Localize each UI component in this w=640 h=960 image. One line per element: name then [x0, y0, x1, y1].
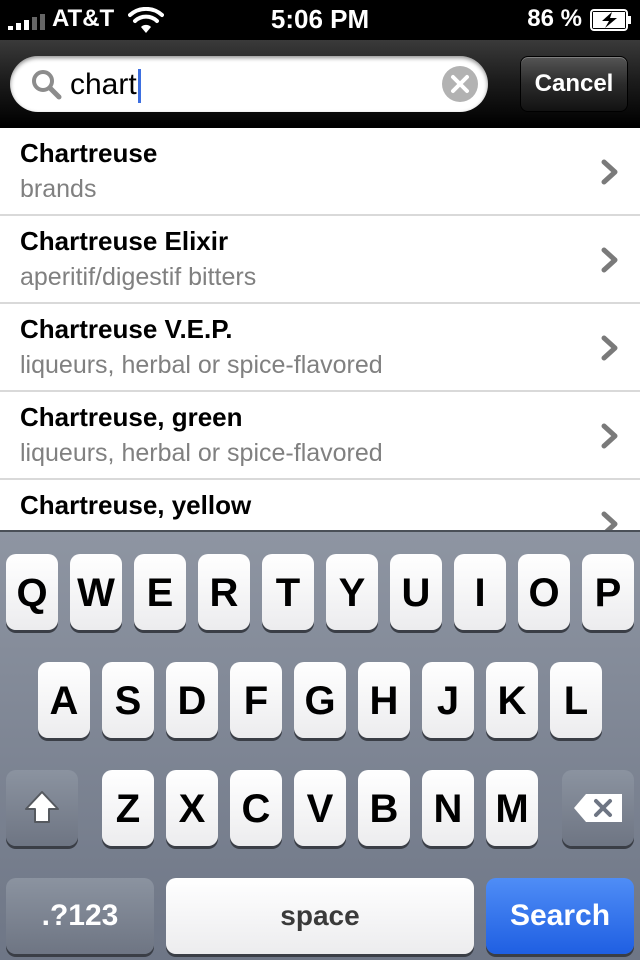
- signal-strength-icon: [8, 14, 45, 30]
- result-subtitle: aperitif/digestif bitters: [20, 263, 257, 291]
- battery-percent: 86 %: [527, 5, 582, 32]
- clear-icon: [451, 75, 469, 93]
- key-d[interactable]: D: [166, 662, 218, 738]
- chevron-right-icon: [601, 423, 618, 449]
- backspace-key[interactable]: [562, 770, 634, 846]
- key-k[interactable]: K: [486, 662, 538, 738]
- search-input-value: chart: [70, 68, 141, 104]
- wifi-icon: [128, 7, 164, 33]
- key-i[interactable]: I: [454, 554, 506, 630]
- cancel-button[interactable]: Cancel: [520, 56, 628, 112]
- chevron-right-icon: [601, 247, 618, 273]
- result-subtitle: liqueurs, herbal or spice-flavored: [20, 351, 383, 379]
- key-h[interactable]: H: [358, 662, 410, 738]
- numbers-mode-key[interactable]: .?123: [6, 878, 154, 954]
- key-l[interactable]: L: [550, 662, 602, 738]
- key-q[interactable]: Q: [6, 554, 58, 630]
- key-m[interactable]: M: [486, 770, 538, 846]
- key-p[interactable]: P: [582, 554, 634, 630]
- search-results-list: Chartreuse brands Chartreuse Elixir aper…: [0, 128, 640, 530]
- chevron-right-icon: [601, 335, 618, 361]
- key-r[interactable]: R: [198, 554, 250, 630]
- key-b[interactable]: B: [358, 770, 410, 846]
- key-v[interactable]: V: [294, 770, 346, 846]
- battery-charging-icon: [590, 9, 631, 31]
- key-j[interactable]: J: [422, 662, 474, 738]
- key-u[interactable]: U: [390, 554, 442, 630]
- key-n[interactable]: N: [422, 770, 474, 846]
- key-e[interactable]: E: [134, 554, 186, 630]
- search-input[interactable]: chart: [10, 56, 488, 112]
- backspace-icon: [574, 794, 622, 822]
- on-screen-keyboard: Q W E R T Y U I O P A S D F G H J K L Z …: [0, 530, 640, 960]
- key-o[interactable]: O: [518, 554, 570, 630]
- space-key[interactable]: space: [166, 878, 474, 954]
- key-s[interactable]: S: [102, 662, 154, 738]
- result-subtitle: brands: [20, 175, 97, 203]
- result-title: Chartreuse: [20, 138, 158, 168]
- key-y[interactable]: Y: [326, 554, 378, 630]
- search-bar: chart Cancel: [0, 40, 640, 128]
- shift-icon: [25, 791, 59, 823]
- chevron-right-icon: [601, 511, 618, 530]
- key-a[interactable]: A: [38, 662, 90, 738]
- result-title: Chartreuse V.E.P.: [20, 314, 233, 344]
- shift-key[interactable]: [6, 770, 78, 846]
- key-z[interactable]: Z: [102, 770, 154, 846]
- list-item[interactable]: Chartreuse Elixir aperitif/digestif bitt…: [0, 216, 640, 304]
- list-item[interactable]: Chartreuse, yellow: [0, 480, 640, 530]
- result-title: Chartreuse Elixir: [20, 226, 229, 256]
- carrier-label: AT&T: [52, 5, 115, 32]
- list-item[interactable]: Chartreuse, green liqueurs, herbal or sp…: [0, 392, 640, 480]
- key-x[interactable]: X: [166, 770, 218, 846]
- search-key[interactable]: Search: [486, 878, 634, 954]
- key-g[interactable]: G: [294, 662, 346, 738]
- key-w[interactable]: W: [70, 554, 122, 630]
- clear-search-button[interactable]: [442, 66, 478, 102]
- result-title: Chartreuse, yellow: [20, 490, 252, 520]
- chevron-right-icon: [601, 159, 618, 185]
- status-bar: AT&T 5:06 PM 86 %: [0, 0, 640, 40]
- result-title: Chartreuse, green: [20, 402, 243, 432]
- key-c[interactable]: C: [230, 770, 282, 846]
- key-t[interactable]: T: [262, 554, 314, 630]
- list-item[interactable]: Chartreuse brands: [0, 128, 640, 216]
- search-icon: [32, 70, 62, 100]
- list-item[interactable]: Chartreuse V.E.P. liqueurs, herbal or sp…: [0, 304, 640, 392]
- key-f[interactable]: F: [230, 662, 282, 738]
- text-caret: [137, 69, 141, 104]
- result-subtitle: liqueurs, herbal or spice-flavored: [20, 439, 383, 467]
